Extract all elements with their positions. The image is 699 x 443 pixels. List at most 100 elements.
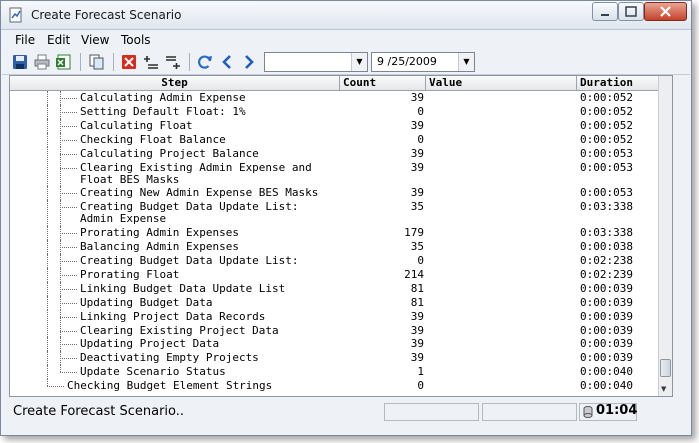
step-cell: Calculating Admin Expense bbox=[10, 91, 338, 105]
table-row[interactable]: Linking Project Data Records 39 0:00:039 bbox=[10, 309, 658, 324]
tree-connector bbox=[47, 379, 48, 387]
table-row[interactable]: Calculating Admin Expense 39 0:00:052 bbox=[10, 91, 658, 105]
add-substep-icon[interactable] bbox=[164, 53, 182, 71]
table-row[interactable]: Linking Budget Data Update List 81 0:00:03… bbox=[10, 281, 658, 296]
step-cell: Clearing Existing Admin Expense and Float… bbox=[10, 160, 338, 187]
steps-grid[interactable]: Step Count Value Duration Calculating Ad… bbox=[9, 75, 673, 397]
table-row[interactable]: Creating Budget Data Update List: Admin E… bbox=[10, 200, 658, 227]
maximize-icon bbox=[625, 6, 637, 17]
add-step-icon[interactable] bbox=[142, 53, 160, 71]
tree-connector bbox=[60, 200, 61, 227]
table-row[interactable]: Checking Float Balance 0 0:00:052 bbox=[10, 132, 658, 147]
tree-connector bbox=[47, 254, 48, 268]
refresh-icon[interactable] bbox=[196, 53, 214, 71]
step-label: Clearing Existing Admin Expense and bbox=[80, 160, 312, 174]
tree-connector bbox=[60, 323, 61, 338]
excel-export-icon[interactable] bbox=[55, 53, 73, 71]
step-cell: Prorating Float bbox=[10, 267, 338, 282]
table-row[interactable]: Creating New Admin Expense BES Masks 39 0:… bbox=[10, 186, 658, 201]
table-row[interactable]: Update Scenario Status 1 0:00:040 bbox=[10, 365, 658, 380]
tree-connector bbox=[60, 358, 77, 360]
count-cell: 39 bbox=[410, 309, 424, 323]
table-row[interactable]: Updating Project Data 39 0:00:039 bbox=[10, 337, 658, 352]
count-cell: 39 bbox=[410, 160, 424, 174]
table-row[interactable]: Clearing Existing Project Data 39 0:00:039 bbox=[10, 323, 658, 338]
table-row[interactable]: Checking Budget Element Strings 0 0:00:040 bbox=[10, 379, 658, 393]
step-label: Creating Budget Data Update List: bbox=[80, 254, 299, 267]
step-cell: Creating Budget Data Update List: Admin E… bbox=[10, 200, 338, 227]
tree-connector bbox=[60, 240, 61, 254]
back-arrow-icon[interactable] bbox=[218, 53, 236, 71]
tree-connector bbox=[47, 309, 48, 324]
tree-connector bbox=[60, 160, 61, 187]
count-cell: 39 bbox=[410, 351, 424, 365]
table-row[interactable]: Balancing Admin Expenses 35 0:00:038 bbox=[10, 240, 658, 254]
tree-connector bbox=[47, 337, 48, 352]
date-picker-value: 9 /25/2009 bbox=[377, 55, 437, 68]
tree-connector bbox=[60, 233, 77, 235]
tree-connector bbox=[47, 186, 48, 201]
save-icon[interactable] bbox=[11, 53, 29, 71]
table-row[interactable]: Prorating Admin Expenses 179 0:03:338 bbox=[10, 226, 658, 241]
menu-edit[interactable]: Edit bbox=[47, 33, 70, 47]
status-bar: Create Forecast Scenario.. 01:04 bbox=[2, 400, 690, 422]
title-bar[interactable]: Create Forecast Scenario bbox=[1, 1, 691, 30]
duration-cell: 0:00:039 bbox=[580, 281, 633, 295]
tree-connector bbox=[47, 295, 48, 310]
step-label: Updating Project Data bbox=[80, 337, 220, 351]
forward-arrow-icon[interactable] bbox=[240, 53, 258, 71]
scroll-down-icon[interactable]: ▼ bbox=[661, 385, 666, 393]
maximize-button[interactable] bbox=[618, 2, 644, 21]
table-row[interactable]: Calculating Project Balance 39 0:00:053 bbox=[10, 146, 658, 161]
table-row[interactable]: Setting Default Float: 1% 0 0:00:052 bbox=[10, 104, 658, 119]
tree-connector bbox=[60, 337, 61, 352]
step-cell: Calculating Project Balance bbox=[10, 146, 338, 161]
menu-view[interactable]: View bbox=[81, 33, 109, 47]
tree-connector bbox=[47, 281, 48, 296]
column-header-value[interactable]: Value bbox=[426, 76, 577, 90]
delete-icon[interactable] bbox=[120, 53, 138, 71]
table-row[interactable]: Deactivating Empty Projects 39 0:00:039 bbox=[10, 351, 658, 366]
scrollbar-thumb[interactable] bbox=[660, 359, 671, 377]
table-row[interactable]: Calculating Float 39 0:00:052 bbox=[10, 118, 658, 133]
tree-connector bbox=[47, 323, 48, 338]
menu-file[interactable]: File bbox=[15, 33, 35, 47]
tree-connector bbox=[60, 330, 77, 332]
status-panel bbox=[384, 403, 479, 421]
tree-connector bbox=[60, 288, 77, 290]
column-header-duration[interactable]: Duration bbox=[577, 76, 658, 90]
table-row[interactable]: Clearing Existing Admin Expense and Float… bbox=[10, 160, 658, 187]
chevron-down-icon[interactable]: ▼ bbox=[458, 53, 474, 71]
step-label: Prorating Float bbox=[80, 267, 180, 281]
tree-connector bbox=[60, 226, 61, 241]
duration-cell: 0:00:039 bbox=[580, 295, 633, 309]
chevron-down-icon[interactable]: ▼ bbox=[351, 53, 367, 71]
duration-cell: 0:00:038 bbox=[580, 240, 633, 254]
column-header-step[interactable]: Step bbox=[10, 76, 340, 90]
toolbar-separator bbox=[113, 53, 114, 71]
step-cell: Creating New Admin Expense BES Masks bbox=[10, 186, 338, 201]
count-cell: 0 bbox=[417, 379, 424, 393]
tree-connector bbox=[60, 91, 61, 105]
menu-tools[interactable]: Tools bbox=[121, 33, 151, 47]
date-picker[interactable]: 9 /25/2009 ▼ bbox=[371, 52, 475, 72]
count-cell: 35 bbox=[410, 200, 424, 214]
step-label: Setting Default Float: 1% bbox=[80, 104, 246, 118]
column-header-count[interactable]: Count bbox=[340, 76, 426, 90]
tree-connector bbox=[60, 267, 61, 282]
status-text: Create Forecast Scenario.. bbox=[13, 404, 185, 419]
tree-connector bbox=[47, 267, 48, 282]
step-label: Creating New Admin Expense BES Masks bbox=[80, 186, 319, 200]
table-row[interactable]: Prorating Float 214 0:02:239 bbox=[10, 267, 658, 282]
print-icon[interactable] bbox=[33, 53, 51, 71]
close-button[interactable] bbox=[644, 2, 687, 21]
scenario-select[interactable]: ▼ bbox=[264, 52, 368, 72]
count-cell: 81 bbox=[410, 281, 424, 295]
vertical-scrollbar[interactable]: ▼ bbox=[658, 76, 672, 396]
minimize-button[interactable] bbox=[592, 2, 618, 21]
count-cell: 0 bbox=[417, 104, 424, 118]
tree-connector bbox=[60, 118, 61, 133]
table-row[interactable]: Creating Budget Data Update List: 0 0:02:2… bbox=[10, 254, 658, 268]
table-row[interactable]: Updating Budget Data 81 0:00:039 bbox=[10, 295, 658, 310]
copy-icon[interactable] bbox=[88, 53, 106, 71]
